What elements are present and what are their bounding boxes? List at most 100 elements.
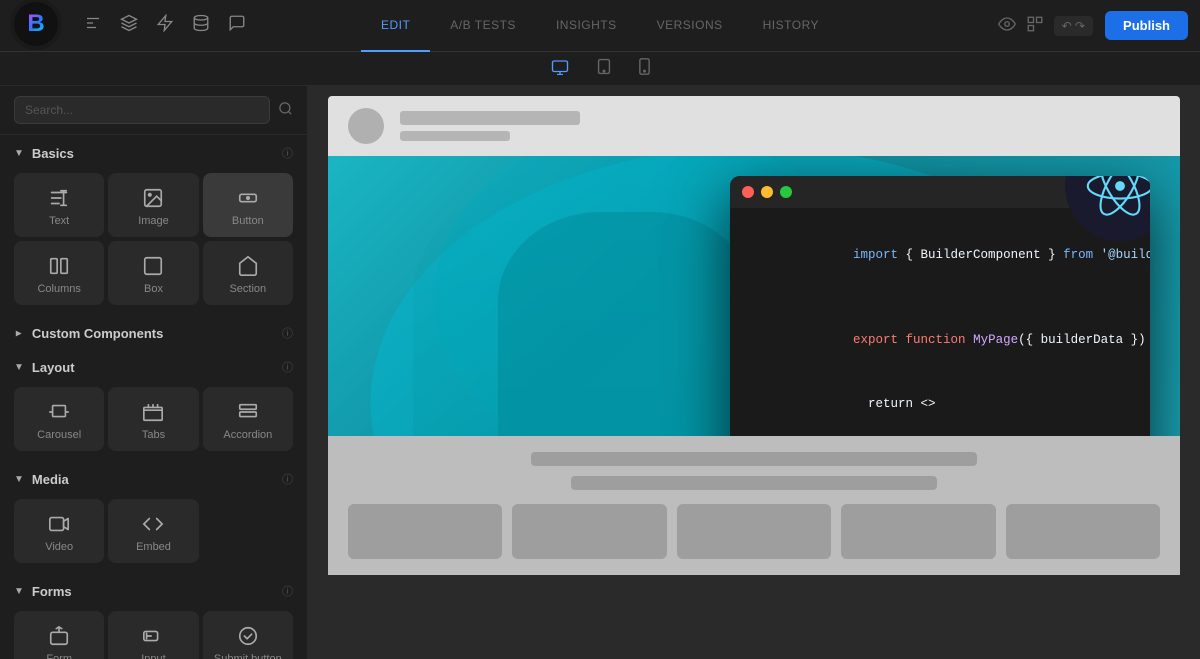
custom-info-icon: ⓘ	[282, 325, 293, 341]
forms-grid: Form Input Submit button	[0, 607, 307, 659]
image-label: Image	[138, 215, 169, 227]
preview-gray-bar-2	[571, 476, 936, 490]
accordion-label: Accordion	[223, 429, 272, 441]
component-carousel[interactable]: Carousel	[14, 387, 104, 451]
component-text[interactable]: Text	[14, 173, 104, 237]
search-bar	[0, 86, 307, 135]
component-input[interactable]: Input	[108, 611, 198, 659]
box-label: Box	[144, 283, 163, 295]
columns-component-icon	[48, 255, 70, 277]
preview-header-bars	[400, 111, 580, 141]
code-content: import { BuilderComponent } from '@build…	[730, 208, 1150, 436]
section-basics-header[interactable]: ▼ Basics ⓘ	[0, 135, 307, 169]
undo-redo[interactable]: ↶ ↷	[1054, 16, 1093, 36]
columns-label: Columns	[37, 283, 80, 295]
mobile-device-icon[interactable]	[633, 54, 656, 83]
logo: B	[14, 2, 58, 46]
share-icon[interactable]	[1026, 15, 1044, 36]
component-form[interactable]: Form	[14, 611, 104, 659]
preview-card-1	[348, 504, 502, 559]
basics-grid: Text Image Button Columns	[0, 169, 307, 315]
preview-bar-2	[400, 131, 510, 141]
search-input[interactable]	[14, 96, 270, 124]
button-component-icon	[237, 187, 259, 209]
chat-icon[interactable]	[228, 14, 246, 37]
preview-blue-section: import { BuilderComponent } from '@build…	[328, 156, 1180, 436]
header-tabs: EDIT A/B TESTS INSIGHTS VERSIONS HISTORY	[361, 0, 839, 52]
layout-grid: Carousel Tabs Accordion	[0, 383, 307, 461]
tab-edit[interactable]: EDIT	[361, 0, 430, 52]
section-component-icon	[237, 255, 259, 277]
preview-gray-section	[328, 436, 1180, 575]
forms-info-icon: ⓘ	[282, 583, 293, 599]
preview-card-2	[512, 504, 666, 559]
section-label: Section	[229, 283, 266, 295]
component-columns[interactable]: Columns	[14, 241, 104, 305]
tab-versions[interactable]: VERSIONS	[637, 0, 743, 52]
layers-icon[interactable]	[120, 14, 138, 37]
preview-card-5	[1006, 504, 1160, 559]
tablet-device-icon[interactable]	[591, 54, 617, 83]
header-tool-icons	[84, 14, 246, 37]
custom-title: Custom Components	[32, 326, 276, 341]
section-custom-header[interactable]: ▼ Custom Components ⓘ	[0, 315, 307, 349]
minimize-dot	[761, 186, 773, 198]
media-grid: Video Embed	[0, 495, 307, 573]
input-label: Input	[141, 653, 165, 659]
component-video[interactable]: Video	[14, 499, 104, 563]
component-submit[interactable]: Submit button	[203, 611, 293, 659]
forms-chevron: ▼	[14, 586, 24, 597]
database-icon[interactable]	[192, 14, 210, 37]
text-tool-icon[interactable]	[84, 14, 102, 37]
tab-insights[interactable]: INSIGHTS	[536, 0, 637, 52]
close-dot	[742, 186, 754, 198]
code-line-3: export function MyPage({ builderData }) …	[748, 309, 1132, 373]
header-right-icons: ↶ ↷	[998, 15, 1093, 36]
maximize-dot	[780, 186, 792, 198]
layout-title: Layout	[32, 360, 276, 375]
logo-area: B	[10, 0, 62, 50]
component-accordion[interactable]: Accordion	[203, 387, 293, 451]
text-component-icon	[48, 187, 70, 209]
preview-card-4	[841, 504, 995, 559]
main-area: ▼ Basics ⓘ Text Image Button	[0, 86, 1200, 659]
image-component-icon	[142, 187, 164, 209]
form-component-icon	[48, 625, 70, 647]
media-info-icon: ⓘ	[282, 471, 293, 487]
search-button[interactable]	[278, 101, 293, 119]
component-section[interactable]: Section	[203, 241, 293, 305]
section-media-header[interactable]: ▼ Media ⓘ	[0, 461, 307, 495]
component-image[interactable]: Image	[108, 173, 198, 237]
tabs-label: Tabs	[142, 429, 165, 441]
publish-button[interactable]: Publish	[1105, 11, 1188, 40]
preview-avatar	[348, 108, 384, 144]
section-forms-header[interactable]: ▼ Forms ⓘ	[0, 573, 307, 607]
custom-chevron: ▼	[13, 328, 24, 338]
media-title: Media	[32, 472, 276, 487]
logo-letter: B	[27, 10, 44, 38]
basics-info-icon: ⓘ	[282, 145, 293, 161]
preview-icon[interactable]	[998, 15, 1016, 36]
desktop-device-icon[interactable]	[545, 55, 575, 83]
component-button[interactable]: Button	[203, 173, 293, 237]
carousel-component-icon	[48, 401, 70, 423]
content-area: import { BuilderComponent } from '@build…	[308, 86, 1200, 659]
header-right: ↶ ↷ Publish	[998, 11, 1188, 40]
section-layout-header[interactable]: ▼ Layout ⓘ	[0, 349, 307, 383]
preview-gray-cards	[348, 504, 1160, 559]
preview-bar-1	[400, 111, 580, 125]
component-tabs[interactable]: Tabs	[108, 387, 198, 451]
sub-header	[0, 52, 1200, 86]
component-embed[interactable]: Embed	[108, 499, 198, 563]
preview-card-3	[677, 504, 831, 559]
code-line-2	[748, 288, 1132, 309]
bolt-icon[interactable]	[156, 14, 174, 37]
basics-chevron: ▼	[14, 148, 24, 159]
tab-history[interactable]: HISTORY	[743, 0, 839, 52]
preview-figure-body	[498, 212, 754, 436]
tab-ab-tests[interactable]: A/B TESTS	[430, 0, 536, 52]
top-header: B	[0, 0, 1200, 52]
page-preview: import { BuilderComponent } from '@build…	[328, 96, 1180, 649]
component-box[interactable]: Box	[108, 241, 198, 305]
video-component-icon	[48, 513, 70, 535]
